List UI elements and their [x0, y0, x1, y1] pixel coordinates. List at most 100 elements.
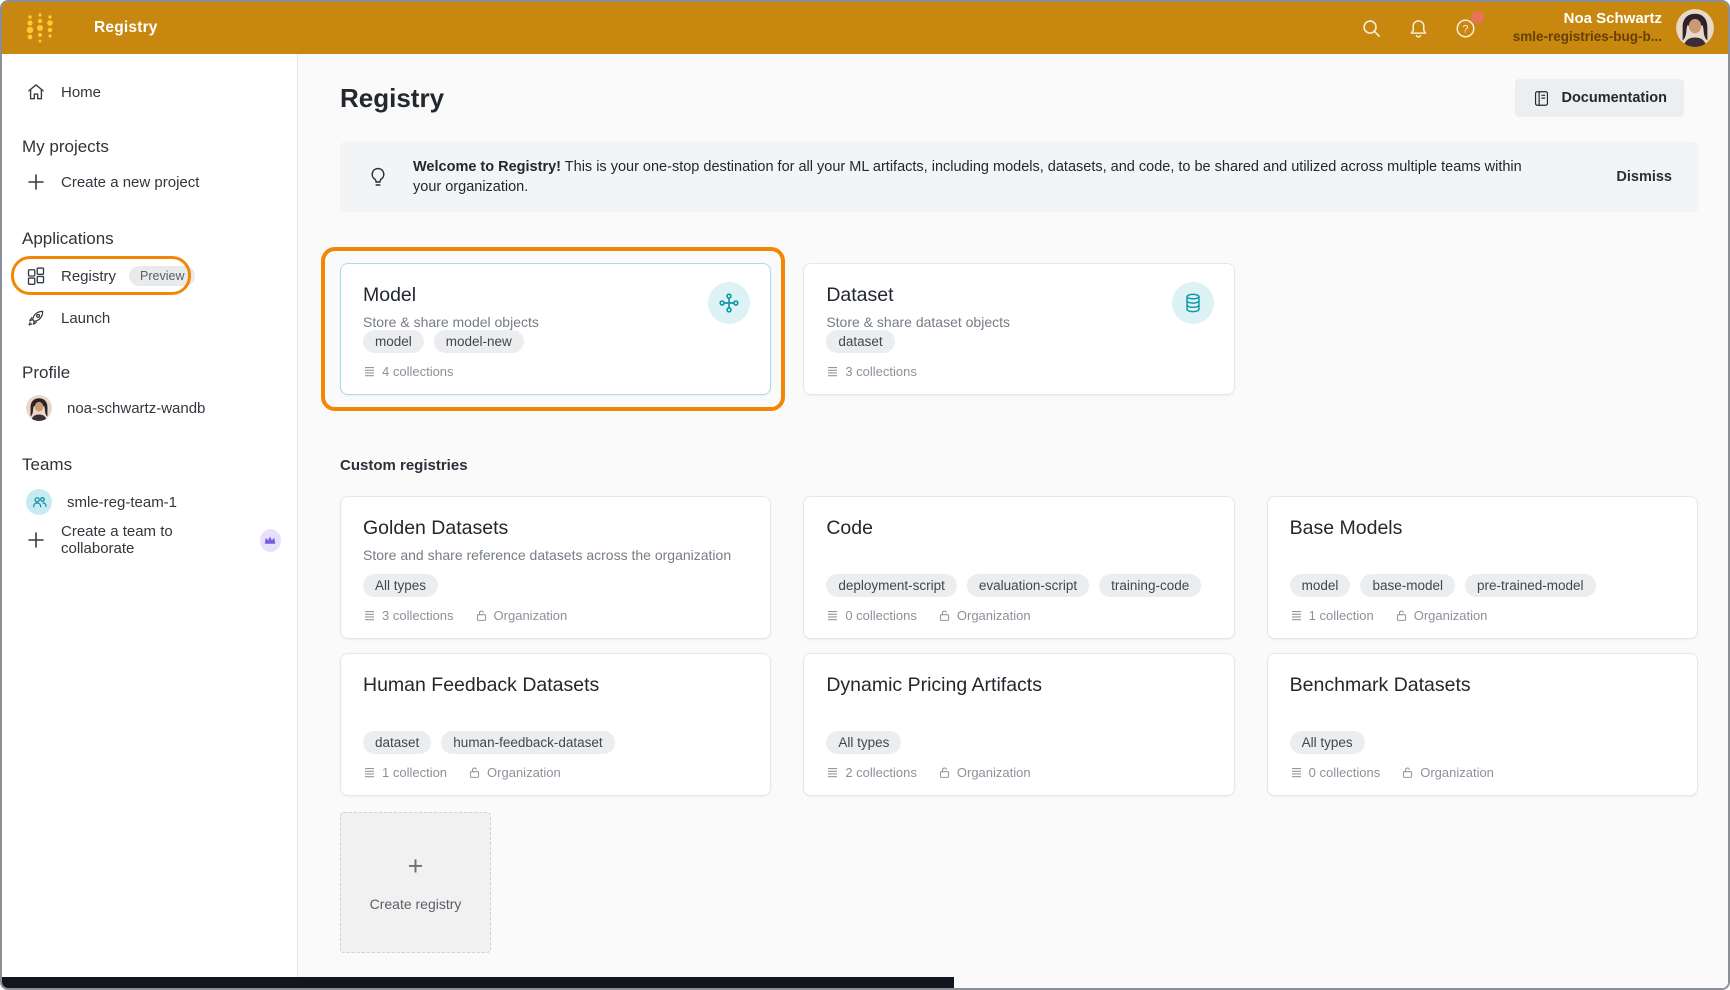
tag-list: All types	[1290, 731, 1675, 754]
welcome-banner: Welcome to Registry! This is your one-st…	[340, 142, 1698, 212]
custom-registry-card[interactable]: Benchmark Datasets All types 0 collectio…	[1267, 653, 1698, 796]
card-description: Store & share model objects	[363, 314, 748, 330]
tag-pill: evaluation-script	[967, 574, 1089, 597]
tag-list: deployment-script evaluation-script traini…	[826, 574, 1211, 597]
card-title: Base Models	[1290, 517, 1675, 540]
documentation-button[interactable]: Documentation	[1515, 79, 1684, 117]
card-title: Benchmark Datasets	[1290, 674, 1675, 697]
tag-list: All types	[826, 731, 1211, 754]
tag-pill: All types	[1290, 731, 1365, 754]
card-title: Human Feedback Datasets	[363, 674, 748, 697]
collections-icon	[826, 766, 839, 779]
home-icon	[26, 82, 46, 102]
tag-pill: training-code	[1099, 574, 1201, 597]
tag-pill: base-model	[1360, 574, 1455, 597]
app-window: Registry ? Noa Schwartz smle-registries-…	[0, 0, 1730, 990]
tag-list: dataset	[826, 330, 1211, 353]
bell-icon[interactable]	[1407, 17, 1430, 40]
sidebar-item-label: Create a new project	[61, 174, 199, 191]
sidebar-item-label: Launch	[61, 310, 110, 327]
visibility-label: Organization	[1420, 765, 1494, 780]
collections-icon	[363, 766, 376, 779]
model-card-wrapper: Model Store & share model objects modelm…	[340, 263, 771, 395]
sidebar-item-launch[interactable]: Launch	[2, 300, 297, 336]
user-menu[interactable]: Noa Schwartz smle-registries-bug-b...	[1513, 10, 1662, 46]
collections-icon	[826, 609, 839, 622]
visibility-label: Organization	[1414, 608, 1488, 623]
tag-pill: dataset	[826, 330, 894, 353]
tag-list: dataset human-feedback-dataset	[363, 731, 748, 754]
collections-count: 0 collections	[845, 608, 917, 623]
lock-icon	[1395, 609, 1408, 622]
sidebar-item-home[interactable]: Home	[2, 74, 297, 110]
create-registry-button[interactable]: + Create registry	[340, 812, 491, 953]
lock-icon	[468, 766, 481, 779]
card-description: Store & share dataset objects	[826, 314, 1211, 330]
rocket-icon	[26, 308, 46, 328]
custom-registry-card[interactable]: Human Feedback Datasets dataset human-fee…	[340, 653, 771, 796]
search-icon[interactable]	[1360, 17, 1383, 40]
visibility-label: Organization	[487, 765, 561, 780]
collections-icon	[363, 609, 376, 622]
card-footer: 4 collections	[363, 364, 748, 379]
team-icon	[26, 489, 52, 515]
help-icon[interactable]: ?	[1454, 17, 1477, 40]
topbar-title: Registry	[94, 19, 158, 37]
plus-icon	[26, 530, 46, 550]
user-org: smle-registries-bug-b...	[1513, 29, 1662, 46]
visibility-label: Organization	[957, 608, 1031, 623]
tag-pill: deployment-script	[826, 574, 957, 597]
card-footer: 2 collections Organization	[826, 765, 1211, 780]
main-header: Registry Documentation	[340, 78, 1698, 118]
wandb-logo[interactable]	[22, 11, 58, 45]
card-title: Code	[826, 517, 1211, 540]
notification-dot	[1471, 11, 1484, 24]
dataset-registry-card[interactable]: Dataset Store & share dataset objects da…	[803, 263, 1234, 395]
tag-pill: model-new	[434, 330, 524, 353]
card-title: Model	[363, 284, 748, 307]
collections-count: 0 collections	[1309, 765, 1381, 780]
banner-message: This is your one-stop destination for al…	[413, 159, 1522, 195]
lock-icon	[1401, 766, 1414, 779]
tag-list: model base-model pre-trained-model	[1290, 574, 1675, 597]
visibility-label: Organization	[957, 765, 1031, 780]
sidebar-item-create-project[interactable]: Create a new project	[2, 164, 297, 200]
tag-pill: All types	[826, 731, 901, 754]
sidebar-item-label: Create a team to collaborate	[61, 523, 237, 557]
sidebar-item-profile[interactable]: noa-schwartz-wandb	[2, 390, 297, 426]
custom-registry-card[interactable]: Code deployment-script evaluation-script t…	[803, 496, 1234, 639]
tag-pill: dataset	[363, 731, 431, 754]
card-footer: 1 collection Organization	[363, 765, 748, 780]
card-title: Golden Datasets	[363, 517, 748, 540]
card-footer: 1 collection Organization	[1290, 608, 1675, 623]
collections-icon	[826, 365, 839, 378]
tag-pill: pre-trained-model	[1465, 574, 1596, 597]
model-registry-card[interactable]: Model Store & share model objects modelm…	[340, 263, 771, 395]
profile-avatar	[26, 395, 52, 421]
database-icon	[1172, 282, 1214, 324]
collections-icon	[1290, 609, 1303, 622]
user-avatar[interactable]	[1676, 9, 1714, 47]
card-footer: 3 collections Organization	[363, 608, 748, 623]
collections-count: 1 collection	[382, 765, 447, 780]
sidebar-item-registry[interactable]: Registry Preview	[2, 258, 297, 294]
card-description: Store and share reference datasets acros…	[363, 547, 748, 563]
collections-count: 4 collections	[382, 364, 454, 379]
sidebar-item-create-team[interactable]: Create a team to collaborate	[2, 522, 297, 558]
custom-registry-card[interactable]: Golden Datasets Store and share referenc…	[340, 496, 771, 639]
crown-icon	[260, 529, 281, 552]
tag-pill: human-feedback-dataset	[441, 731, 614, 754]
applications-header: Applications	[2, 228, 297, 250]
sidebar-item-label: noa-schwartz-wandb	[67, 400, 205, 417]
card-title: Dynamic Pricing Artifacts	[826, 674, 1211, 697]
tag-pill: All types	[363, 574, 438, 597]
dismiss-button[interactable]: Dismiss	[1616, 169, 1672, 185]
my-projects-header: My projects	[2, 136, 297, 158]
sidebar-item-team[interactable]: smle-reg-team-1	[2, 484, 297, 520]
card-footer: 0 collections Organization	[1290, 765, 1675, 780]
custom-registry-card[interactable]: Base Models model base-model pre-trained-m…	[1267, 496, 1698, 639]
tag-pill: model	[1290, 574, 1351, 597]
custom-registry-card[interactable]: Dynamic Pricing Artifacts All types 2 co…	[803, 653, 1234, 796]
tag-list: modelmodel-new	[363, 330, 748, 353]
banner-text: Welcome to Registry! This is your one-st…	[413, 157, 1523, 197]
